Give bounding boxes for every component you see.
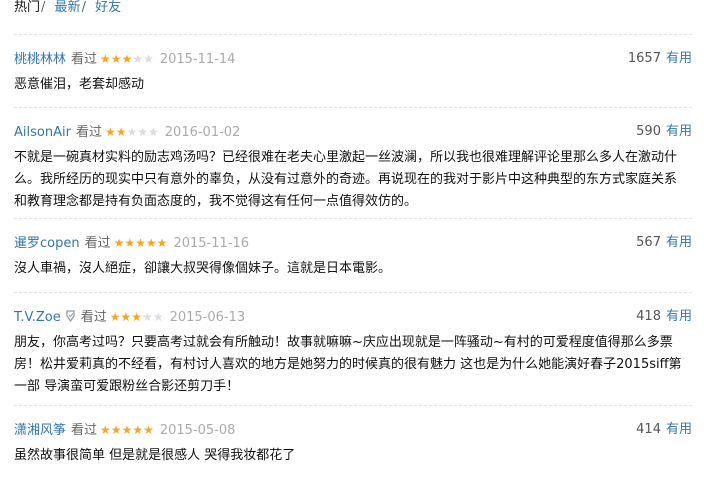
review-item: 桃桃林林 看过 ★★★★★ 2015-11-14 1657 有用 恶意催泪，老套却感动 bbox=[14, 34, 692, 96]
review-item: 暹罗copen 看过 ★★★★★ 2015-11-16 567 有用 沒人車禍，沒人絕症… bbox=[14, 218, 692, 280]
useful-vote: 418 有用 bbox=[636, 306, 692, 328]
sort-tabs: 热门/ 最新/ 好友 bbox=[14, 0, 121, 18]
star-filled-icon: ★ bbox=[113, 236, 125, 250]
watched-label: 看过 bbox=[80, 310, 107, 325]
useful-vote: 590 有用 bbox=[636, 121, 692, 143]
verified-user-icon bbox=[66, 310, 75, 322]
useful-vote: 567 有用 bbox=[636, 232, 692, 254]
useful-count: 1657 bbox=[627, 51, 661, 66]
review-user-link[interactable]: AilsonAir bbox=[14, 125, 71, 140]
star-rating: ★★★★★ bbox=[110, 306, 164, 328]
star-filled-icon: ★ bbox=[109, 310, 121, 324]
review-date: 2015-05-08 bbox=[159, 423, 236, 438]
star-rating: ★★★★★ bbox=[114, 232, 168, 254]
review-user-link[interactable]: 暹罗copen bbox=[14, 236, 80, 251]
useful-count: 414 bbox=[636, 422, 661, 437]
star-empty-icon: ★ bbox=[132, 52, 144, 66]
useful-count: 567 bbox=[636, 235, 661, 250]
tab-hot[interactable]: 热门 bbox=[14, 0, 40, 15]
useful-button[interactable]: 有用 bbox=[666, 309, 692, 324]
review-user-link[interactable]: 潇湘风筝 bbox=[14, 423, 66, 438]
tab-separator: / bbox=[41, 0, 46, 15]
star-filled-icon: ★ bbox=[100, 423, 111, 437]
star-filled-icon: ★ bbox=[121, 423, 133, 437]
useful-button[interactable]: 有用 bbox=[666, 124, 692, 139]
review-user-link[interactable]: 桃桃林林 bbox=[14, 52, 66, 67]
review-text: 朋友，你高考过吗？只要高考过就会有所触动！故事就嘛嘛~庆应出现就是一阵骚动~有村… bbox=[14, 335, 682, 394]
review-item: T.V.Zoe 看过 ★★★★★ 2015-06-13 418 有用 朋友，你高考过吗？… bbox=[14, 292, 692, 398]
review-text: 恶意催泪，老套却感动 bbox=[14, 77, 145, 92]
star-filled-icon: ★ bbox=[115, 125, 127, 139]
star-filled-icon: ★ bbox=[104, 125, 116, 139]
useful-count: 590 bbox=[636, 124, 661, 139]
comments-panel: 热门/ 最新/ 好友 桃桃林林 看过 ★★★★★ 2015-11-14 1657 有用 … bbox=[0, 0, 704, 482]
star-rating: ★★★★★ bbox=[100, 419, 154, 441]
watched-label: 看过 bbox=[84, 236, 111, 251]
star-filled-icon: ★ bbox=[156, 236, 168, 250]
useful-button[interactable]: 有用 bbox=[666, 51, 692, 66]
review-date: 2015-06-13 bbox=[169, 310, 246, 325]
watched-label: 看过 bbox=[71, 423, 98, 438]
star-filled-icon: ★ bbox=[143, 423, 154, 437]
star-empty-icon: ★ bbox=[143, 52, 154, 66]
review-date: 2016-01-02 bbox=[164, 125, 241, 140]
watched-label: 看过 bbox=[75, 125, 102, 140]
tab-friends[interactable]: 好友 bbox=[95, 0, 121, 15]
star-filled-icon: ★ bbox=[145, 236, 157, 250]
review-date: 2015-11-14 bbox=[159, 52, 236, 67]
star-filled-icon: ★ bbox=[132, 423, 144, 437]
useful-count: 418 bbox=[636, 309, 661, 324]
useful-button[interactable]: 有用 bbox=[666, 422, 692, 437]
star-filled-icon: ★ bbox=[120, 310, 132, 324]
review-text: 不就是一碗真材实料的励志鸡汤吗？已经很难在老夫心里激起一丝波澜，所以我也很难理解… bbox=[14, 150, 678, 209]
watched-label: 看过 bbox=[71, 52, 98, 67]
tab-latest[interactable]: 最新 bbox=[55, 0, 81, 15]
star-empty-icon: ★ bbox=[137, 125, 149, 139]
star-empty-icon: ★ bbox=[126, 125, 138, 139]
review-item: 潇湘风筝 看过 ★★★★★ 2015-05-08 414 有用 虽然故事很简单 但是就是… bbox=[14, 405, 692, 467]
review-text: 虽然故事很简单 但是就是很感人 哭得我妆都花了 bbox=[14, 448, 296, 463]
review-text: 沒人車禍，沒人絕症，卻讓大叔哭得像個妹子。這就是日本電影。 bbox=[14, 261, 392, 276]
tab-separator: / bbox=[81, 0, 86, 15]
star-filled-icon: ★ bbox=[131, 310, 143, 324]
star-filled-icon: ★ bbox=[110, 423, 122, 437]
star-filled-icon: ★ bbox=[110, 52, 122, 66]
useful-vote: 1657 有用 bbox=[628, 48, 692, 70]
star-filled-icon: ★ bbox=[100, 52, 111, 66]
star-rating: ★★★★★ bbox=[105, 121, 159, 143]
review-date: 2015-11-16 bbox=[173, 236, 249, 251]
star-filled-icon: ★ bbox=[121, 52, 133, 66]
review-user-link[interactable]: T.V.Zoe bbox=[14, 310, 61, 325]
star-empty-icon: ★ bbox=[152, 310, 164, 324]
useful-button[interactable]: 有用 bbox=[666, 235, 692, 250]
star-filled-icon: ★ bbox=[124, 236, 136, 250]
star-rating: ★★★★★ bbox=[100, 48, 154, 70]
review-item: AilsonAir 看过 ★★★★★ 2016-01-02 590 有用 不就是一碗真材… bbox=[14, 107, 692, 213]
useful-vote: 414 有用 bbox=[636, 419, 692, 441]
star-empty-icon: ★ bbox=[142, 310, 153, 324]
star-empty-icon: ★ bbox=[148, 125, 159, 139]
star-filled-icon: ★ bbox=[135, 236, 146, 250]
